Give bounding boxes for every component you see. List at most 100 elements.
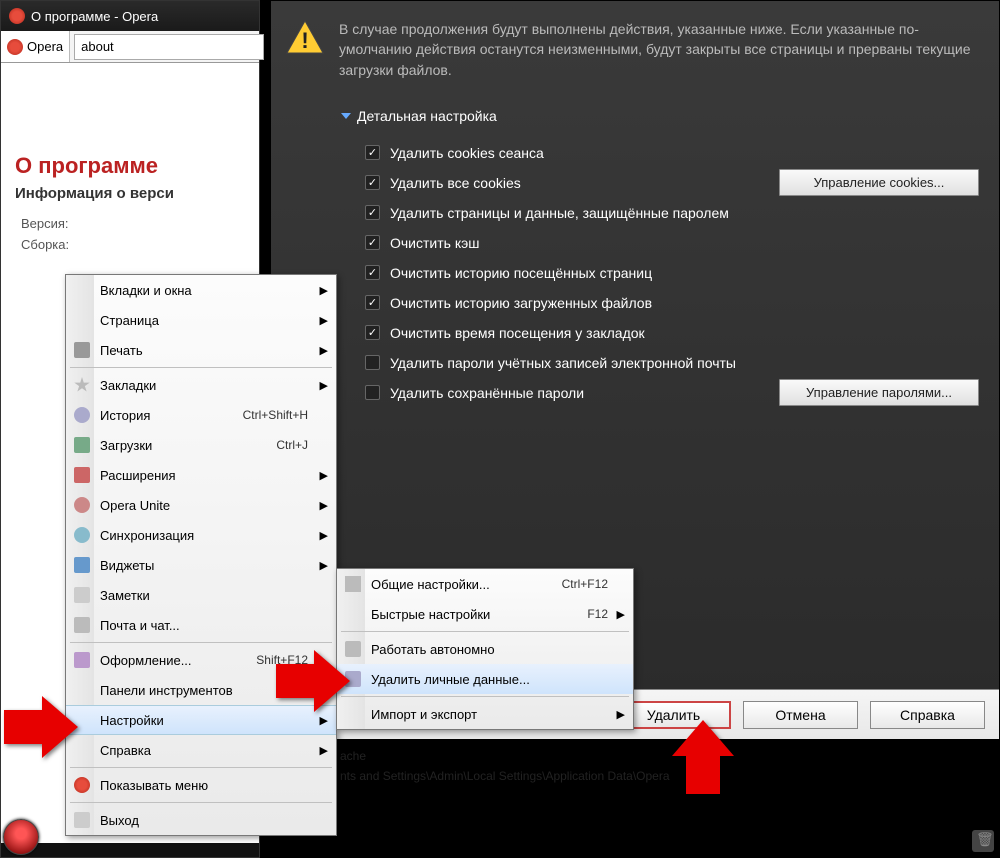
- version-label: Версия:: [21, 216, 245, 231]
- chevron-right-icon: ▶: [320, 284, 328, 297]
- check-item: Очистить историю посещённых страниц: [361, 258, 999, 288]
- menu-item[interactable]: Вкладки и окна▶: [66, 275, 336, 305]
- check-label: Удалить пароли учётных записей электронн…: [390, 355, 736, 371]
- note-icon: [74, 587, 90, 603]
- clock-icon: [74, 407, 90, 423]
- check-label: Очистить кэш: [390, 235, 480, 251]
- chevron-right-icon: ▶: [320, 379, 328, 392]
- menu-label: Выход: [100, 813, 139, 828]
- menu-item[interactable]: Расширения ▶: [66, 460, 336, 490]
- checkbox[interactable]: [365, 145, 380, 160]
- menu-item[interactable]: Закладки▶: [66, 370, 336, 400]
- checkbox[interactable]: [365, 355, 380, 370]
- path-line-1: ache: [340, 746, 830, 766]
- build-label: Сборка:: [21, 237, 245, 252]
- unite-icon: [74, 497, 90, 513]
- check-label: Удалить все cookies: [390, 175, 521, 191]
- check-item: Удалить страницы и данные, защищённые па…: [361, 198, 999, 228]
- dl-icon: [74, 437, 90, 453]
- check-item: Очистить историю загруженных файлов: [361, 288, 999, 318]
- chevron-right-icon: ▶: [320, 469, 328, 482]
- star-icon: [74, 377, 90, 393]
- menu-item[interactable]: Виджеты▶: [66, 550, 336, 580]
- menu-label: Расширения: [100, 468, 176, 483]
- menu-label: Показывать меню: [100, 778, 208, 793]
- titlebar[interactable]: О программе - Opera: [1, 1, 259, 31]
- submenu-item[interactable]: Общие настройки...Ctrl+F12: [337, 569, 633, 599]
- menu-item[interactable]: Загрузки Ctrl+J: [66, 430, 336, 460]
- widget-icon: [74, 557, 90, 573]
- menu-item[interactable]: Справка▶: [66, 735, 336, 765]
- highlight-arrow-1: [4, 696, 78, 763]
- checkbox[interactable]: [365, 175, 380, 190]
- menu-item[interactable]: Синхронизация▶: [66, 520, 336, 550]
- path-line-2: nts and Settings\Admin\Local Settings\Ap…: [340, 766, 830, 786]
- opera-icon: [9, 8, 25, 24]
- warning-icon: !: [285, 19, 325, 55]
- expand-toggle[interactable]: Детальная настройка: [341, 100, 999, 138]
- menu-label: Страница: [100, 313, 159, 328]
- menu-label: Загрузки: [100, 438, 152, 453]
- menu-label: Общие настройки...: [371, 577, 490, 592]
- trash-icon[interactable]: [972, 830, 994, 852]
- menu-label: История: [100, 408, 150, 423]
- opera-btn-label: Opera: [27, 39, 63, 54]
- chevron-right-icon: ▶: [617, 708, 625, 721]
- menu-label: Импорт и экспорт: [371, 707, 477, 722]
- opera-menu-button[interactable]: Opera: [1, 31, 70, 62]
- manage-passwords-button[interactable]: Управление паролями...: [779, 379, 979, 406]
- chevron-right-icon: ▶: [320, 499, 328, 512]
- checkbox[interactable]: [365, 235, 380, 250]
- paint-icon: [74, 652, 90, 668]
- checkbox[interactable]: [365, 295, 380, 310]
- submenu-item[interactable]: Удалить личные данные...: [337, 664, 633, 694]
- puzzle-icon: [74, 467, 90, 483]
- exit-icon: [74, 812, 90, 828]
- menu-label: Справка: [100, 743, 151, 758]
- submenu-item[interactable]: Быстрые настройкиF12▶: [337, 599, 633, 629]
- menu-item[interactable]: Показывать меню: [66, 770, 336, 800]
- main-context-menu: Вкладки и окна▶Страница▶Печать▶Закладки▶…: [65, 274, 337, 836]
- chevron-right-icon: ▶: [320, 344, 328, 357]
- submenu-item[interactable]: Работать автономно: [337, 634, 633, 664]
- wrench-icon: [345, 576, 361, 592]
- address-input[interactable]: [74, 34, 264, 60]
- shortcut: Ctrl+J: [276, 438, 308, 452]
- address-bar: Opera: [1, 31, 259, 63]
- warning-text: В случае продолжения будут выполнены дей…: [339, 19, 979, 80]
- check-item: Очистить время посещения у закладок: [361, 318, 999, 348]
- check-item: Удалить все cookies: [361, 168, 779, 198]
- submenu-item[interactable]: Импорт и экспорт ▶: [337, 699, 633, 729]
- menu-item[interactable]: Страница▶: [66, 305, 336, 335]
- menu-item[interactable]: Почта и чат...: [66, 610, 336, 640]
- opera-logo-icon: [7, 39, 23, 55]
- menu-label: Оформление...: [100, 653, 192, 668]
- opera-menu-corner[interactable]: [3, 819, 39, 855]
- menu-label: Заметки: [100, 588, 150, 603]
- check-item: Удалить cookies сеанса: [361, 138, 999, 168]
- manage-cookies-button[interactable]: Управление cookies...: [779, 169, 979, 196]
- about-title: О программе: [15, 153, 245, 179]
- menu-item[interactable]: Opera Unite▶: [66, 490, 336, 520]
- menu-item[interactable]: История Ctrl+Shift+H: [66, 400, 336, 430]
- check-label: Очистить историю посещённых страниц: [390, 265, 652, 281]
- menu-item[interactable]: Заметки: [66, 580, 336, 610]
- check-item: Удалить пароли учётных записей электронн…: [361, 348, 999, 378]
- menu-item[interactable]: Печать▶: [66, 335, 336, 365]
- shortcut: Ctrl+Shift+H: [243, 408, 308, 422]
- help-button[interactable]: Справка: [870, 701, 985, 729]
- settings-submenu: Общие настройки...Ctrl+F12Быстрые настро…: [336, 568, 634, 730]
- path-text: ache nts and Settings\Admin\Local Settin…: [340, 746, 830, 786]
- menu-label: Виджеты: [100, 558, 154, 573]
- print-icon: [74, 342, 90, 358]
- check-item: Удалить сохранённые пароли: [361, 378, 749, 408]
- checkbox[interactable]: [365, 205, 380, 220]
- checkbox[interactable]: [365, 325, 380, 340]
- checkbox[interactable]: [365, 265, 380, 280]
- opera-icon: [74, 777, 90, 793]
- shortcut: F12: [587, 607, 608, 621]
- checkbox[interactable]: [365, 385, 380, 400]
- cancel-button[interactable]: Отмена: [743, 701, 858, 729]
- mail-icon: [74, 617, 90, 633]
- menu-item[interactable]: Выход: [66, 805, 336, 835]
